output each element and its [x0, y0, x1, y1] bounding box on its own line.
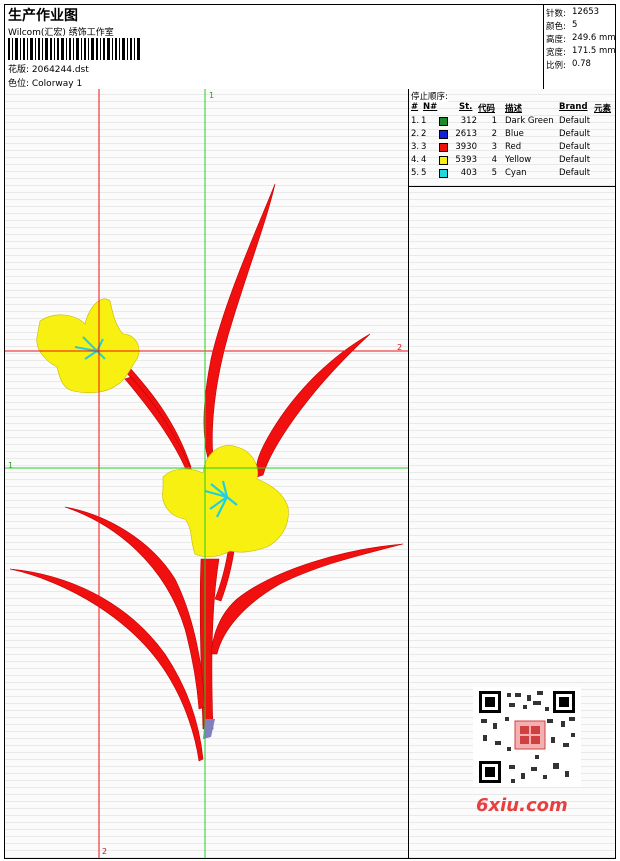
leaf-left-mid [64, 506, 206, 710]
color-swatch [439, 143, 448, 152]
col-header-no: N# [423, 102, 438, 112]
stat-height: 249.6 mm [572, 33, 616, 43]
barcode [8, 38, 140, 60]
stop-sequence-row: 2. 2 2613 2 Blue Default [409, 129, 615, 142]
stat-scale: 0.78 [572, 59, 591, 69]
row-cell-no: 3 [421, 142, 427, 152]
col-header-elem: 元素 [594, 104, 612, 114]
stop-sequence-row: 1. 1 312 1 Dark Green Default [409, 116, 615, 129]
stat-colors: 5 [572, 20, 578, 30]
stop-sequence-row: 4. 4 5393 4 Yellow Default [409, 155, 615, 168]
row-cell-num: 4. [411, 155, 420, 165]
row-cell-num: 5. [411, 168, 420, 178]
leaf-right-low [210, 543, 404, 655]
stats-panel: 针数: 12653 颜色: 5 高度: 249.6 mm 宽度: 171.5 m… [543, 5, 616, 89]
row-cell-num: 2. [411, 129, 420, 139]
stat-label: 颜色: [546, 22, 566, 32]
row-cell-brand: Default [559, 142, 591, 152]
row-cell-no: 2 [421, 129, 427, 139]
row-cell-desc: Cyan [505, 168, 527, 178]
row-cell-code: 2 [491, 129, 497, 139]
guide-label-red-right: 2 [397, 343, 403, 352]
row-cell-desc: Dark Green [505, 116, 554, 126]
row-cell-num: 3. [411, 142, 420, 152]
row-cell-brand: Default [559, 168, 591, 178]
stat-label: 比例: [546, 61, 566, 71]
stat-label: 高度: [546, 35, 566, 45]
row-cell-brand: Default [559, 116, 591, 126]
row-cell-st: 2613 [455, 129, 477, 139]
guide-label-red-bottom: 2 [102, 847, 108, 856]
row-cell-brand: Default [559, 129, 591, 139]
row-cell-brand: Default [559, 155, 591, 165]
flower-upper [36, 298, 140, 394]
stop-sequence-row: 5. 5 403 5 Cyan Default [409, 168, 615, 181]
stop-sequence-row: 3. 3 3930 3 Red Default [409, 142, 615, 155]
guide-label-green-top: 1 [209, 91, 215, 100]
color-swatch [439, 169, 448, 178]
col-header-brand: Brand [559, 102, 588, 112]
row-cell-desc: Yellow [505, 155, 532, 165]
color-swatch [439, 156, 448, 165]
row-cell-code: 3 [491, 142, 497, 152]
stop-sequence-title: 停止顺序: [411, 90, 448, 102]
col-header-desc: 描述 [505, 104, 523, 114]
embroidery-preview [5, 89, 408, 858]
colorway: 色位: Colorway 1 [8, 79, 83, 89]
row-cell-no: 5 [421, 168, 427, 178]
leaf-right-upper [256, 333, 371, 478]
row-cell-no: 4 [421, 155, 427, 165]
panel-divider [409, 186, 615, 187]
leaf-tall [203, 183, 276, 460]
brand-watermark: 6xiu.com [476, 795, 568, 816]
studio-name: Wilcom(汇宏) 绣饰工作室 [8, 28, 114, 38]
qr-code [473, 687, 581, 787]
row-cell-st: 5393 [455, 155, 477, 165]
production-sheet: 生产作业图 Wilcom(汇宏) 绣饰工作室 花版: 2064244.dst 色… [4, 4, 616, 859]
row-cell-code: 4 [491, 155, 497, 165]
row-cell-code: 1 [491, 116, 497, 126]
row-cell-st: 403 [460, 168, 477, 178]
row-cell-no: 1 [421, 116, 427, 126]
row-cell-desc: Blue [505, 129, 524, 139]
design-file: 花版: 2064244.dst [8, 65, 89, 75]
color-swatch [439, 117, 448, 126]
row-cell-st: 312 [460, 116, 477, 126]
col-header-code: 代码 [478, 104, 496, 114]
row-cell-num: 1. [411, 116, 420, 126]
sheet-title: 生产作业图 [8, 8, 78, 24]
design-canvas: 1 2 1 2 [5, 89, 409, 858]
stat-stitches: 12653 [572, 7, 600, 17]
color-swatch [439, 130, 448, 139]
stat-label: 针数: [546, 9, 566, 19]
stem-left-flower-2 [124, 376, 193, 475]
stat-label: 宽度: [546, 48, 566, 58]
sheet-header: 生产作业图 Wilcom(汇宏) 绣饰工作室 花版: 2064244.dst 色… [5, 5, 543, 89]
row-cell-st: 3930 [455, 142, 477, 152]
col-header-num: # [411, 102, 419, 112]
row-cell-code: 5 [491, 168, 497, 178]
row-cell-desc: Red [505, 142, 522, 152]
col-header-st: St. [459, 102, 473, 112]
guide-label-green-left: 1 [8, 461, 14, 470]
stat-width: 171.5 mm [572, 46, 616, 56]
